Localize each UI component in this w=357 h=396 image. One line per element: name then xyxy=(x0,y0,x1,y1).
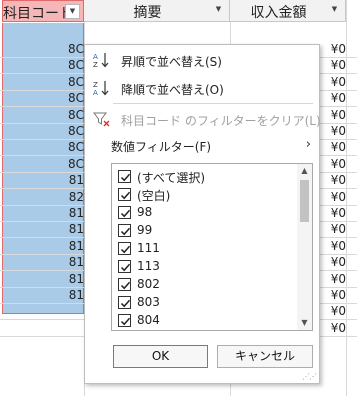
filter-list-item-label: 113 xyxy=(137,259,160,273)
amount-cell[interactable]: ¥0 xyxy=(320,173,346,189)
checkbox[interactable] xyxy=(118,260,131,273)
code-cell[interactable]: 8C xyxy=(2,124,84,140)
code-cell[interactable]: 8C xyxy=(2,140,84,156)
sort-ascending-label: 昇順で並べ替え(S) xyxy=(121,55,222,69)
amount-cell[interactable]: ¥0 xyxy=(320,239,346,255)
amount-cell[interactable]: ¥0 xyxy=(320,140,346,156)
checkbox[interactable] xyxy=(118,188,131,201)
list-scrollbar[interactable]: ▲ ▼ xyxy=(297,164,312,330)
filter-list-item[interactable]: (空白) xyxy=(118,186,298,203)
clear-filter-label: 科目コード のフィルターをクリア(L) xyxy=(121,114,321,128)
clear-filter-item[interactable]: 科目コード のフィルターをクリア(L) xyxy=(85,106,321,132)
amount-cell[interactable]: ¥0 xyxy=(320,58,346,74)
amount-cell[interactable]: ¥0 xyxy=(320,272,346,288)
autofilter-dropdown: A Z 昇順で並べ替え(S) Z A 降順で並べ替え(O) 科目コード のフィル… xyxy=(84,44,321,384)
code-cell[interactable]: 81 xyxy=(2,206,84,222)
number-filter-item[interactable]: 数値フィルター(F) › xyxy=(85,132,319,158)
scroll-up-icon[interactable]: ▲ xyxy=(297,164,312,178)
ok-button[interactable]: OK xyxy=(113,345,208,368)
amount-cell[interactable]: ¥0 xyxy=(320,321,346,337)
checkbox[interactable] xyxy=(118,278,131,291)
filter-list-item-label: 804 xyxy=(137,313,160,327)
filter-list-item-label: 803 xyxy=(137,295,160,309)
filter-list-item[interactable]: (すべて選択) xyxy=(118,168,298,185)
filter-list-item-label: (空白) xyxy=(137,189,171,203)
filter-list-item-label: (すべて選択) xyxy=(137,171,206,185)
svg-text:Z: Z xyxy=(93,81,98,89)
checkbox[interactable] xyxy=(118,314,131,327)
code-cell[interactable]: 8C xyxy=(2,91,84,107)
dropdown-arrow-icon[interactable]: ▼ xyxy=(211,3,226,18)
sort-descending-icon: Z A xyxy=(93,80,111,97)
column-header-code[interactable]: 科目コード ▼ xyxy=(2,0,84,22)
column-header-label: 収入金額 xyxy=(250,5,307,21)
amount-cell[interactable]: ¥0 xyxy=(320,222,346,238)
column-header-label: 摘要 xyxy=(133,5,162,21)
filter-list-item-label: 98 xyxy=(137,205,153,219)
code-cell[interactable]: 82 xyxy=(2,190,84,206)
filter-list-item-label: 99 xyxy=(137,223,153,237)
code-cell[interactable]: 8C xyxy=(2,58,84,74)
amount-cell[interactable]: ¥0 xyxy=(320,124,346,140)
amount-cell[interactable]: ¥0 xyxy=(320,42,346,58)
filter-active-icon[interactable]: ▼ xyxy=(65,4,80,19)
amount-cell[interactable]: ¥0 xyxy=(320,157,346,173)
chevron-right-icon: › xyxy=(305,137,311,152)
column-header-summary[interactable]: 摘要 ▼ xyxy=(84,0,230,22)
code-cell[interactable]: 81 xyxy=(2,272,84,288)
sort-ascending-icon: A Z xyxy=(93,52,111,69)
sort-descending-item[interactable]: Z A 降順で並べ替え(O) xyxy=(85,75,319,101)
sort-ascending-item[interactable]: A Z 昇順で並べ替え(S) xyxy=(85,47,319,73)
amount-cell[interactable]: ¥0 xyxy=(320,108,346,124)
cancel-button[interactable]: キャンセル xyxy=(217,345,313,368)
filter-list-item-label: 802 xyxy=(137,277,160,291)
checkbox[interactable] xyxy=(118,296,131,309)
resize-grip-icon[interactable]: ⋰⋰ xyxy=(302,372,317,381)
dropdown-arrow-icon[interactable]: ▼ xyxy=(327,3,342,18)
code-cell[interactable]: 8C xyxy=(2,108,84,124)
amount-cell[interactable]: ¥0 xyxy=(320,206,346,222)
code-cell[interactable]: 8C xyxy=(2,42,84,58)
code-cell[interactable]: 8C xyxy=(2,157,84,173)
filter-list-item[interactable]: 99 xyxy=(118,222,298,239)
code-cell[interactable]: 8C xyxy=(2,75,84,91)
checkbox[interactable] xyxy=(118,170,131,183)
filter-list-item[interactable]: 98 xyxy=(118,204,298,221)
scroll-down-icon[interactable]: ▼ xyxy=(297,316,312,330)
amount-cell[interactable]: ¥0 xyxy=(320,190,346,206)
amount-cell[interactable]: ¥0 xyxy=(320,75,346,91)
amount-cell[interactable]: ¥0 xyxy=(320,91,346,107)
code-cell[interactable]: 81 xyxy=(2,288,84,304)
svg-text:Z: Z xyxy=(93,61,98,68)
scrollbar-thumb[interactable] xyxy=(300,180,309,222)
sort-descending-label: 降順で並べ替え(O) xyxy=(121,83,224,97)
amount-cell[interactable]: ¥0 xyxy=(320,304,346,320)
filter-list-item[interactable]: 111 xyxy=(118,240,298,257)
svg-text:A: A xyxy=(93,53,98,61)
filter-list-item[interactable]: 113 xyxy=(118,258,298,275)
checkbox[interactable] xyxy=(118,242,131,255)
code-cell[interactable]: 81 xyxy=(2,255,84,271)
clear-filter-icon xyxy=(93,111,111,127)
filter-list-item[interactable]: 804 xyxy=(118,312,298,329)
filter-list-item-label: 111 xyxy=(137,241,160,255)
filter-value-list[interactable]: (すべて選択) (空白) 98 99 111 113 802 803 804 ▲ ▼ xyxy=(111,163,313,331)
column-header-label: 科目コード xyxy=(3,6,73,22)
column-header-income[interactable]: 収入金額 ▼ xyxy=(230,0,346,22)
checkbox[interactable] xyxy=(118,206,131,219)
menu-separator xyxy=(113,103,313,104)
code-cell[interactable]: 81 xyxy=(2,173,84,189)
amount-cell[interactable]: ¥0 xyxy=(320,288,346,304)
code-cell[interactable]: 81 xyxy=(2,222,84,238)
filter-list-item[interactable]: 803 xyxy=(118,294,298,311)
number-filter-label: 数値フィルター(F) xyxy=(111,140,212,154)
svg-text:A: A xyxy=(93,89,98,96)
filter-list-item[interactable]: 802 xyxy=(118,276,298,293)
checkbox[interactable] xyxy=(118,224,131,237)
amount-cell[interactable]: ¥0 xyxy=(320,255,346,271)
code-cell[interactable]: 81 xyxy=(2,239,84,255)
